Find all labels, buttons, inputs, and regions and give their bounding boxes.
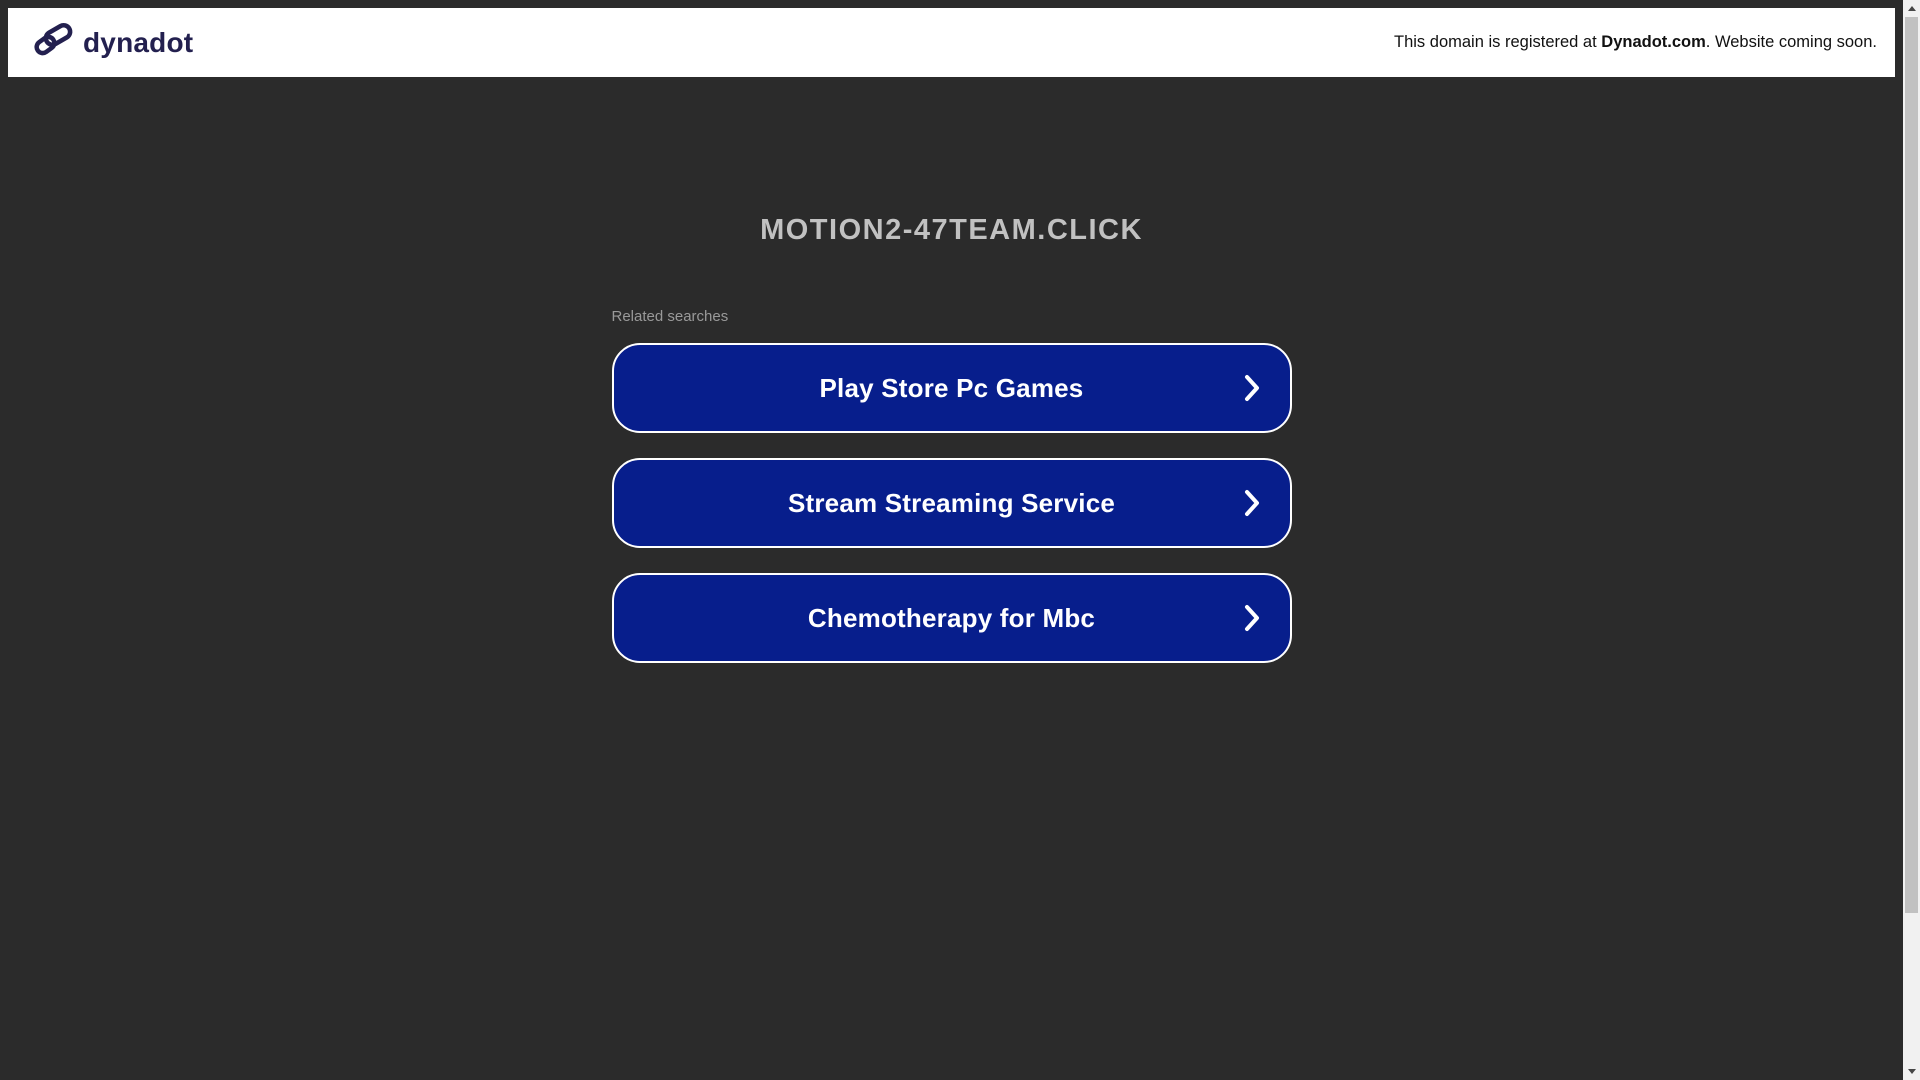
related-search-button-2-label: Stream Streaming Service bbox=[788, 488, 1115, 519]
vertical-scrollbar[interactable] bbox=[1903, 0, 1920, 1080]
chevron-right-icon bbox=[1244, 374, 1260, 402]
related-search-button-3[interactable]: Chemotherapy for Mbc bbox=[612, 573, 1292, 663]
notice-brand: Dynadot.com bbox=[1601, 33, 1706, 51]
related-search-button-1-label: Play Store Pc Games bbox=[820, 373, 1084, 404]
related-searches-label: Related searches bbox=[612, 308, 1292, 326]
notice-prefix: This domain is registered at bbox=[1394, 33, 1601, 51]
notice-suffix: . Website coming soon. bbox=[1706, 33, 1877, 51]
triangle-up-icon bbox=[1908, 6, 1916, 11]
logo-wordmark: dynadot bbox=[83, 27, 193, 59]
triangle-down-icon bbox=[1908, 1069, 1916, 1074]
scrollbar-up-button[interactable] bbox=[1903, 0, 1920, 17]
dynadot-logo[interactable]: dynadot bbox=[8, 22, 193, 63]
page-body: MOTION2-47TEAM.CLICK Related searches Pl… bbox=[0, 77, 1903, 1080]
chevron-right-icon bbox=[1244, 489, 1260, 517]
domain-title: MOTION2-47TEAM.CLICK bbox=[0, 212, 1903, 248]
chevron-right-icon bbox=[1244, 604, 1260, 632]
related-searches-section: Related searches Play Store Pc Games Str… bbox=[612, 308, 1292, 663]
scrollbar-thumb[interactable] bbox=[1905, 17, 1918, 913]
search-buttons-list: Play Store Pc Games Stream Streaming Ser… bbox=[612, 343, 1292, 663]
scrollbar-down-button[interactable] bbox=[1903, 1063, 1920, 1080]
chain-link-icon bbox=[34, 22, 74, 63]
related-search-button-3-label: Chemotherapy for Mbc bbox=[808, 603, 1095, 634]
header-bar: dynadot This domain is registered at Dyn… bbox=[8, 8, 1895, 77]
related-search-button-2[interactable]: Stream Streaming Service bbox=[612, 458, 1292, 548]
registration-notice: This domain is registered at Dynadot.com… bbox=[1394, 33, 1895, 52]
related-search-button-1[interactable]: Play Store Pc Games bbox=[612, 343, 1292, 433]
